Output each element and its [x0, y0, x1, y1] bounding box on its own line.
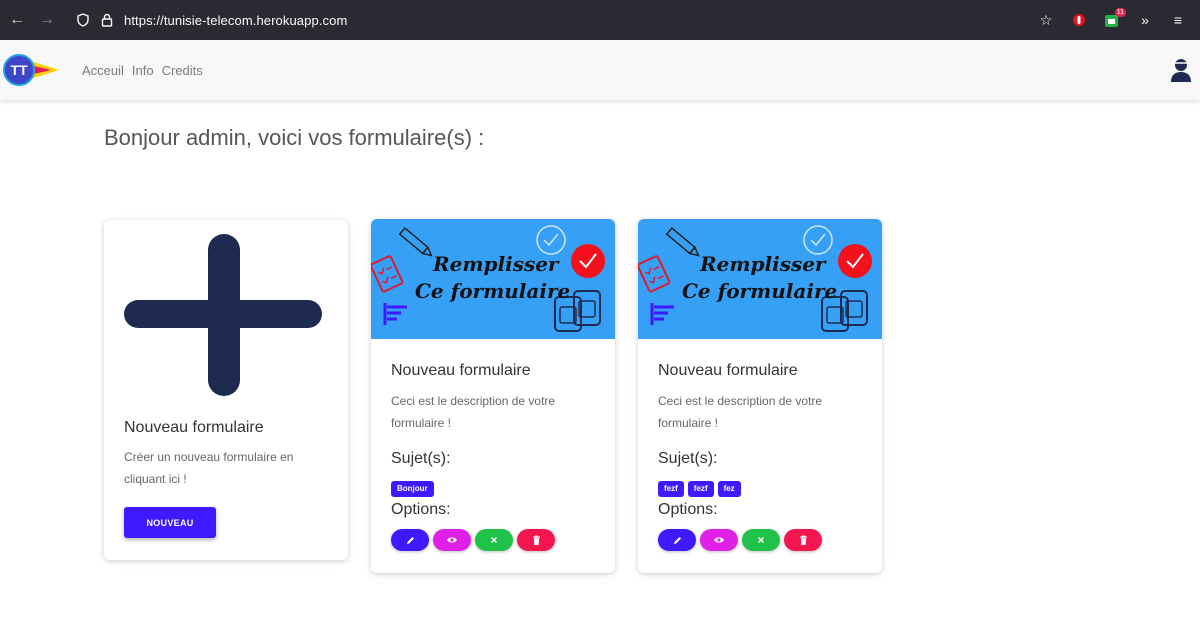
edit-button[interactable]	[391, 529, 429, 551]
card-title: Nouveau formulaire	[658, 362, 798, 379]
page-title: Bonjour admin, voici vos formulaire(s) :	[104, 125, 485, 150]
option-buttons	[391, 529, 555, 551]
trash-icon	[532, 535, 541, 546]
trash-icon	[799, 535, 808, 546]
subjects-label: Sujet(s):	[391, 450, 451, 467]
card-description: Ceci est le description de votre formula…	[391, 394, 556, 430]
banner-text-line1: Remplisser	[433, 252, 559, 276]
eye-icon	[713, 535, 725, 545]
app-navbar: TT Acceuil Info Credits	[0, 40, 1200, 100]
card-description: Créer un nouveau formulaire en cliquant …	[124, 450, 294, 486]
nav-links: Acceuil Info Credits	[82, 63, 211, 78]
form-banner-image: Remplisser Ce formulaire	[371, 219, 615, 339]
form-card: Remplisser Ce formulaire Nouveau formula…	[371, 219, 615, 573]
eye-icon	[446, 535, 458, 545]
view-button[interactable]	[433, 529, 471, 551]
close-icon	[490, 536, 498, 544]
pencil-icon	[405, 535, 416, 546]
nav-link-credits[interactable]: Credits	[162, 63, 203, 78]
edit-button[interactable]	[658, 529, 696, 551]
close-button[interactable]	[742, 529, 780, 551]
close-button[interactable]	[475, 529, 513, 551]
nav-link-info[interactable]: Info	[132, 63, 154, 78]
subject-chips: fezf fezf fez	[658, 481, 741, 497]
extension-badge: 11	[1114, 8, 1126, 17]
hamburger-menu-icon[interactable]: ≡	[1167, 9, 1189, 31]
banner-text-line1: Remplisser	[700, 252, 826, 276]
form-banner-image: Remplisser Ce formulaire	[638, 219, 882, 339]
user-account-icon[interactable]	[1169, 56, 1193, 84]
forward-arrow-icon[interactable]: →	[36, 9, 58, 31]
lock-icon[interactable]	[98, 11, 116, 29]
new-form-card[interactable]: Nouveau formulaire Créer un nouveau form…	[104, 220, 348, 560]
view-button[interactable]	[700, 529, 738, 551]
card-title: Nouveau formulaire	[391, 362, 531, 379]
card-title: Nouveau formulaire	[124, 419, 264, 436]
subject-chip: fez	[717, 481, 741, 497]
browser-toolbar: ← → https://tunisie-telecom.herokuapp.co…	[0, 0, 1200, 40]
delete-button[interactable]	[784, 529, 822, 551]
record-extension-icon[interactable]	[1068, 9, 1090, 31]
card-description: Ceci est le description de votre formula…	[658, 394, 823, 430]
banner-text-line2: Ce formulaire	[682, 279, 838, 303]
nouveau-button[interactable]: NOUVEAU	[124, 507, 216, 538]
subjects-label: Sujet(s):	[658, 450, 718, 467]
subject-chip: fezf	[658, 481, 684, 497]
options-label: Options:	[658, 501, 718, 518]
tunisie-telecom-logo[interactable]: TT	[3, 52, 59, 88]
subject-chip: fezf	[687, 481, 714, 497]
options-label: Options:	[391, 501, 451, 518]
close-icon	[757, 536, 765, 544]
svg-text:TT: TT	[10, 62, 28, 78]
option-buttons	[658, 529, 822, 551]
subject-chip: Bonjour	[391, 481, 434, 497]
url-text[interactable]: https://tunisie-telecom.herokuapp.com	[124, 13, 347, 28]
form-card: Remplisser Ce formulaire Nouveau formula…	[638, 219, 882, 573]
banner-text-line2: Ce formulaire	[415, 279, 571, 303]
nav-link-acceuil[interactable]: Acceuil	[82, 63, 124, 78]
pencil-icon	[672, 535, 683, 546]
extension-icon[interactable]: 11	[1101, 8, 1126, 31]
delete-button[interactable]	[517, 529, 555, 551]
back-arrow-icon[interactable]: ←	[6, 9, 28, 31]
overflow-chevron-icon[interactable]: »	[1134, 9, 1156, 31]
subject-chips: Bonjour	[391, 481, 434, 497]
bookmark-star-icon[interactable]: ☆	[1035, 9, 1057, 31]
shield-icon[interactable]	[74, 11, 92, 29]
address-bar[interactable]: https://tunisie-telecom.herokuapp.com	[68, 5, 1068, 35]
